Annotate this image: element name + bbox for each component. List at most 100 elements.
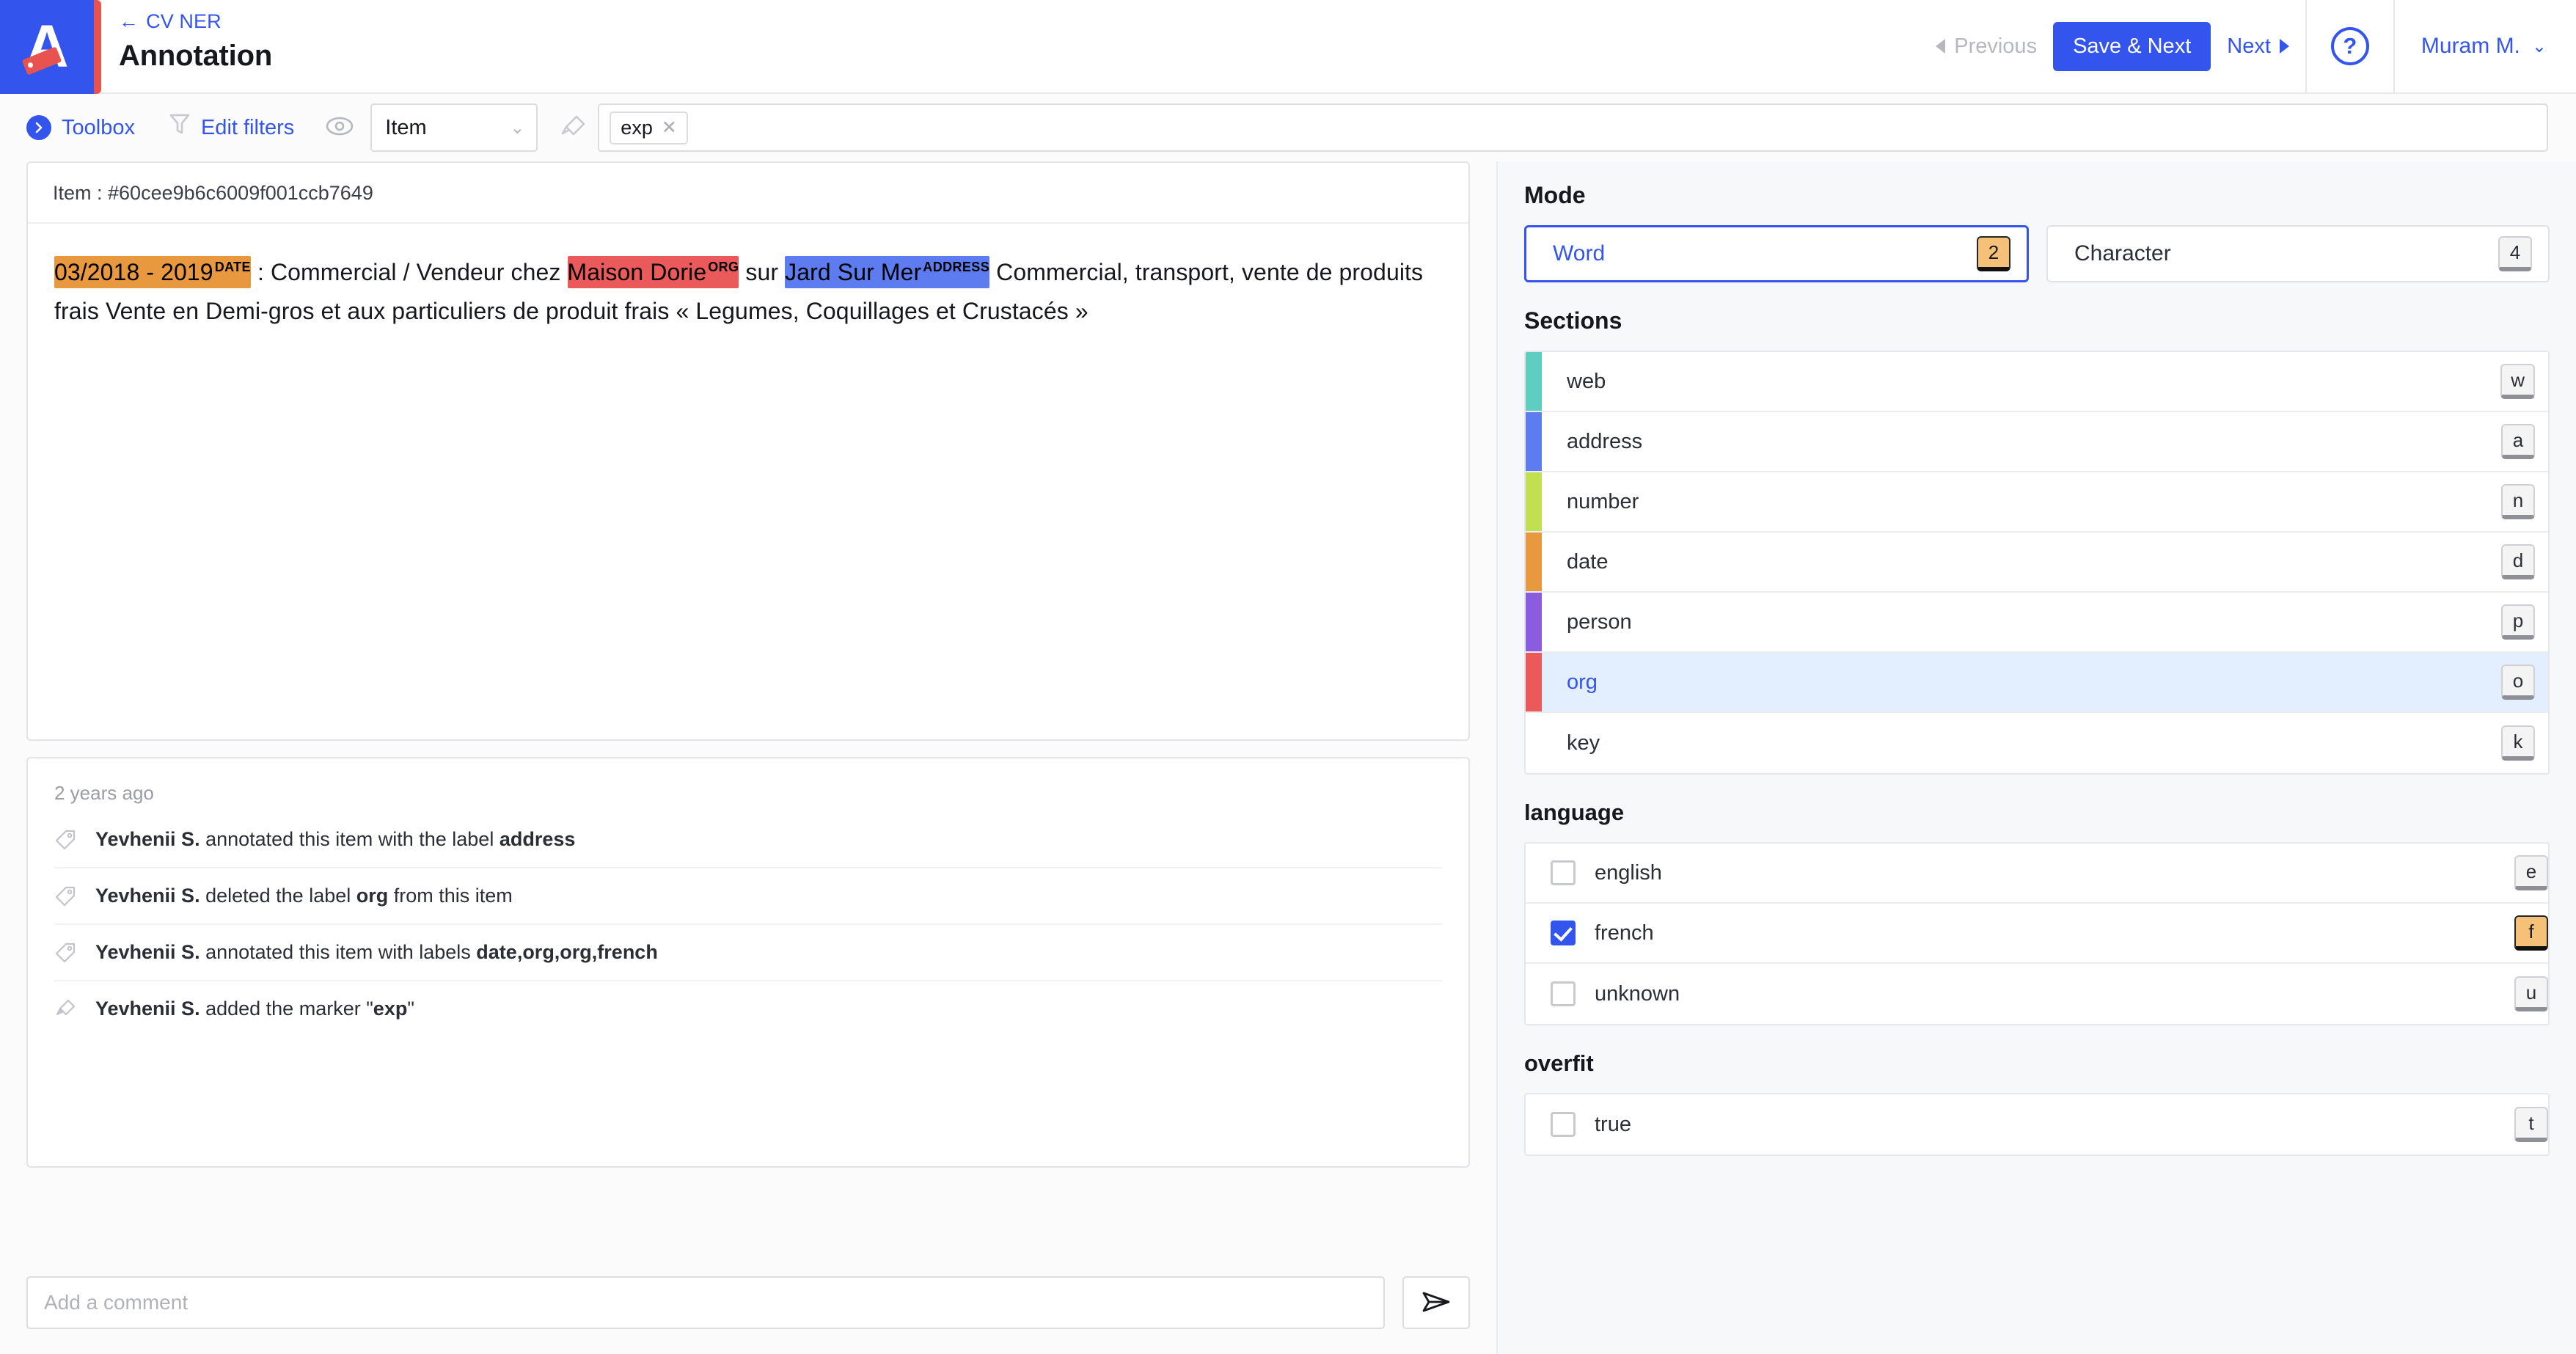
marker-chip-label: exp bbox=[621, 116, 653, 139]
section-color-swatch bbox=[1526, 533, 1542, 591]
history-entry: Yevhenii S. annotated this item with the… bbox=[54, 812, 1442, 868]
sections-title: Sections bbox=[1524, 307, 1622, 334]
section-shortcut-wrap: n bbox=[2501, 484, 2548, 519]
toolbox-label: Toolbox bbox=[62, 115, 135, 139]
left-column: Item : #60cee9b6c6009f001ccb7649 03/2018… bbox=[0, 161, 1496, 1354]
language-row-french[interactable]: french f bbox=[1526, 904, 2548, 964]
marker-field[interactable]: exp ✕ bbox=[598, 103, 2548, 152]
section-color-swatch bbox=[1526, 653, 1542, 711]
keyboard-shortcut-badge: a bbox=[2501, 424, 2535, 459]
keyboard-shortcut-badge: p bbox=[2501, 604, 2535, 640]
edit-filters-label: Edit filters bbox=[200, 115, 295, 139]
previous-label: Previous bbox=[1954, 34, 2038, 58]
history-entry: Yevhenii S. deleted the label org from t… bbox=[54, 868, 1442, 925]
section-shortcut-wrap: k bbox=[2501, 725, 2548, 761]
comment-bar bbox=[26, 1276, 1470, 1354]
checkbox-french[interactable] bbox=[1551, 921, 1576, 945]
user-menu[interactable]: Muram M. ⌄ bbox=[2395, 34, 2576, 59]
marker-icon bbox=[54, 998, 79, 1020]
section-row-date[interactable]: date d bbox=[1526, 533, 2548, 593]
app-logo[interactable]: A bbox=[0, 0, 101, 94]
visibility-toggle[interactable] bbox=[325, 116, 354, 140]
header-titles: ← CV NER Annotation bbox=[94, 0, 1920, 92]
comment-input[interactable] bbox=[26, 1276, 1385, 1329]
tag-icon bbox=[54, 942, 79, 964]
section-label: web bbox=[1567, 369, 1606, 393]
close-icon[interactable]: ✕ bbox=[662, 117, 677, 139]
chevron-right-circle-icon bbox=[26, 115, 51, 140]
section-row-number[interactable]: number n bbox=[1526, 472, 2548, 533]
entity-label: DATE bbox=[214, 260, 251, 275]
breadcrumb[interactable]: ← CV NER bbox=[119, 10, 222, 33]
app-header: A ← CV NER Annotation Previous Save & Ne… bbox=[0, 0, 2576, 94]
save-and-next-button[interactable]: Save & Next bbox=[2053, 21, 2211, 71]
section-color-swatch bbox=[1526, 593, 1542, 651]
previous-button[interactable]: Previous bbox=[1920, 34, 2053, 59]
checkbox-english[interactable] bbox=[1551, 860, 1576, 885]
checkbox-unknown[interactable] bbox=[1551, 981, 1576, 1006]
breadcrumb-label: CV NER bbox=[146, 10, 222, 32]
mode-label: Word bbox=[1553, 241, 1606, 266]
edit-filters-button[interactable]: Edit filters bbox=[169, 112, 294, 143]
language-list: english e french f unknown u bbox=[1524, 842, 2550, 1025]
item-id-header: Item : #60cee9b6c6009f001ccb7649 bbox=[28, 163, 1468, 224]
keyboard-shortcut-badge: 4 bbox=[2498, 236, 2532, 271]
chevron-right-icon bbox=[2279, 39, 2289, 54]
section-row-key[interactable]: key k bbox=[1526, 713, 2548, 773]
entity-date[interactable]: 03/2018 - 2019 DATE bbox=[54, 256, 251, 288]
keyboard-shortcut-badge: t bbox=[2514, 1107, 2548, 1142]
mode-button-word[interactable]: Word 2 bbox=[1524, 225, 2029, 282]
chevron-left-icon bbox=[1936, 39, 1946, 54]
language-row-unknown[interactable]: unknown u bbox=[1526, 964, 2548, 1024]
checkbox-true[interactable] bbox=[1551, 1112, 1576, 1137]
keyboard-shortcut-badge: e bbox=[2514, 855, 2548, 890]
entity-org[interactable]: Maison Dorie ORG bbox=[567, 256, 739, 288]
history-list: Yevhenii S. annotated this item with the… bbox=[54, 812, 1442, 1036]
section-row-address[interactable]: address a bbox=[1526, 412, 2548, 472]
toolbox-button[interactable]: Toolbox bbox=[26, 115, 135, 140]
marker-chip[interactable]: exp ✕ bbox=[610, 111, 688, 144]
item-select[interactable]: Item ⌄ bbox=[370, 103, 538, 152]
tag-icon bbox=[54, 829, 79, 851]
marker-tool-button[interactable] bbox=[558, 113, 588, 143]
keyboard-shortcut-badge: n bbox=[2501, 484, 2535, 519]
mode-label: Character bbox=[2074, 241, 2171, 266]
keyboard-shortcut-badge: u bbox=[2514, 976, 2548, 1011]
section-row-web[interactable]: web w bbox=[1526, 352, 2548, 412]
next-button[interactable]: Next bbox=[2211, 34, 2305, 59]
right-panel: Mode Word 2 Character 4 Sections web w addres… bbox=[1496, 161, 2576, 1354]
keyboard-shortcut-badge: 2 bbox=[1977, 236, 2010, 271]
plain-text-1: : Commercial / Vendeur chez bbox=[250, 259, 568, 285]
chevron-down-icon: ⌄ bbox=[2531, 36, 2547, 56]
send-icon bbox=[1421, 1290, 1452, 1316]
mode-button-character[interactable]: Character 4 bbox=[2046, 225, 2550, 282]
main-area: Item : #60cee9b6c6009f001ccb7649 03/2018… bbox=[0, 161, 2576, 1354]
section-row-org[interactable]: org o bbox=[1526, 653, 2548, 713]
history-entry: Yevhenii S. annotated this item with lab… bbox=[54, 925, 1442, 981]
annotated-text[interactable]: 03/2018 - 2019 DATE : Commercial / Vendeu… bbox=[54, 253, 1442, 331]
history-entry-text: Yevhenii S. added the marker "exp" bbox=[95, 998, 414, 1020]
tag-icon bbox=[54, 885, 79, 907]
header-actions: Previous Save & Next Next ? Muram M. ⌄ bbox=[1920, 0, 2576, 92]
history-entry-text: Yevhenii S. annotated this item with lab… bbox=[95, 941, 658, 963]
document-body[interactable]: 03/2018 - 2019 DATE : Commercial / Vendeu… bbox=[28, 224, 1468, 331]
section-shortcut-wrap: d bbox=[2501, 544, 2548, 579]
entity-label: ORG bbox=[708, 260, 739, 275]
section-color-swatch bbox=[1526, 412, 1542, 471]
section-label: address bbox=[1567, 429, 1643, 453]
help-circle-icon[interactable]: ? bbox=[2330, 27, 2369, 65]
overfit-row-true[interactable]: true t bbox=[1526, 1094, 2548, 1154]
overfit-title: overfit bbox=[1524, 1050, 1594, 1076]
history-card: 2 years ago Yevhenii S. annotated this i… bbox=[26, 757, 1470, 1168]
entity-address[interactable]: Jard Sur Mer ADDRESS bbox=[785, 256, 990, 288]
back-arrow-icon: ← bbox=[119, 10, 139, 32]
document-card: Item : #60cee9b6c6009f001ccb7649 03/2018… bbox=[26, 161, 1470, 741]
section-shortcut-wrap: p bbox=[2501, 604, 2548, 640]
entity-text: 03/2018 - 2019 bbox=[54, 259, 213, 285]
language-row-english[interactable]: english e bbox=[1526, 843, 2548, 904]
item-select-value: Item bbox=[385, 115, 427, 139]
send-comment-button[interactable] bbox=[1402, 1276, 1470, 1329]
overfit-list: true t bbox=[1524, 1093, 2550, 1156]
eye-icon bbox=[325, 116, 354, 140]
section-row-person[interactable]: person p bbox=[1526, 593, 2548, 653]
